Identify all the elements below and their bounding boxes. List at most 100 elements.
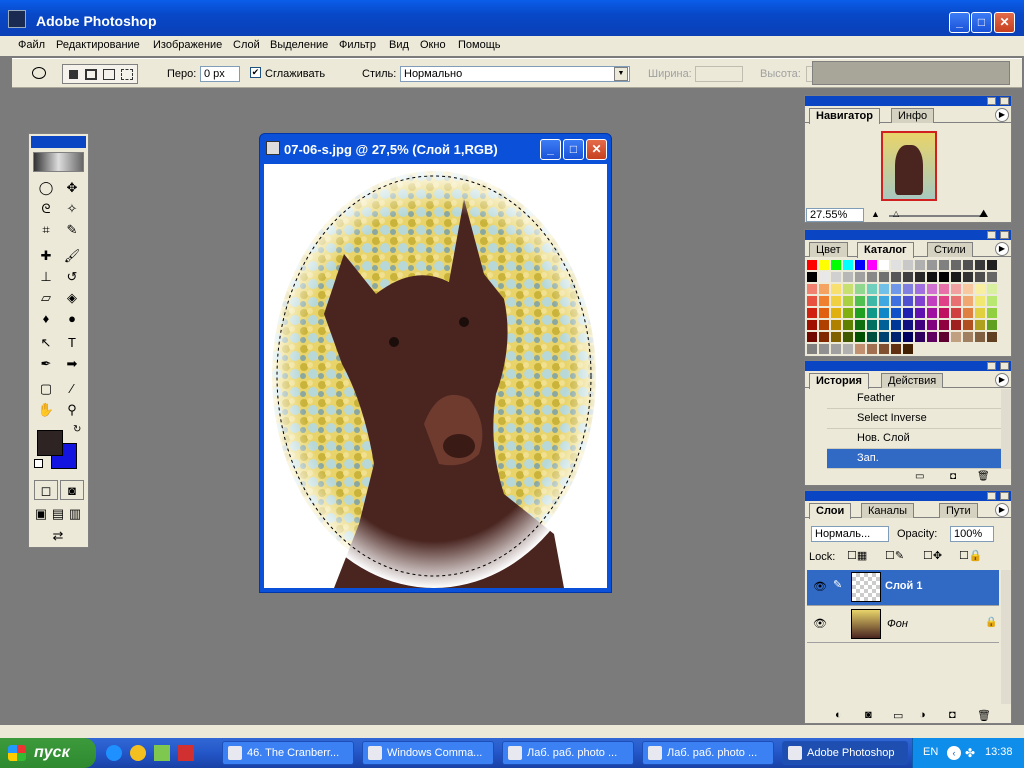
type-tool-icon[interactable]: T [60,333,84,353]
jump-to-imageready-icon[interactable]: ⇄ [34,526,82,546]
color-swatch[interactable] [963,272,973,282]
color-swatch[interactable] [927,308,937,318]
new-layer-icon[interactable]: ◘ [949,709,956,721]
color-swatch[interactable] [915,332,925,342]
maximize-button[interactable]: □ [971,12,992,33]
screen-mode-full-icon[interactable]: ▥ [67,504,83,524]
color-swatch[interactable] [831,320,841,330]
color-swatch[interactable] [855,272,865,282]
color-swatch[interactable] [939,272,949,282]
color-swatch[interactable] [951,272,961,282]
opacity-input[interactable]: 100% [950,526,994,542]
close-button[interactable]: ✕ [994,12,1015,33]
history-menu-icon[interactable]: ▶ [995,373,1009,387]
color-swatch[interactable] [867,284,877,294]
menu-window[interactable]: Окно [420,39,446,51]
clock[interactable]: 13:38 [985,746,1013,758]
color-swatch[interactable] [867,332,877,342]
color-swatch[interactable] [903,332,913,342]
panel-minimize-icon[interactable] [987,97,996,105]
history-brush-icon[interactable]: ↺ [60,267,84,287]
zoom-slider-handle[interactable]: △ [893,209,899,218]
panel-close-icon[interactable] [1000,492,1009,500]
adjustment-layer-icon[interactable]: ◑ [919,709,926,721]
color-swatch[interactable] [903,296,913,306]
task-word-doc-1[interactable]: Лаб. раб. photo ... [502,741,634,765]
panel-minimize-icon[interactable] [987,492,996,500]
panel-close-icon[interactable] [1000,97,1009,105]
task-word-doc-2[interactable]: Лаб. раб. photo ... [642,741,774,765]
color-swatch[interactable] [951,308,961,318]
color-swatch[interactable] [867,308,877,318]
swatches-menu-icon[interactable]: ▶ [995,242,1009,256]
color-swatch[interactable] [963,344,973,354]
color-swatch[interactable] [831,332,841,342]
layer-row[interactable]: 👁 Фон 🔒 [807,607,999,643]
screen-mode-full-menu-icon[interactable]: ▤ [50,504,66,524]
layer-row-selected[interactable]: 👁 ✎ Слой 1 [807,570,999,606]
color-swatch[interactable] [939,296,949,306]
move-tool-icon[interactable]: ✥ [60,178,84,198]
tray-arrow-icon[interactable]: ‹ [947,746,961,760]
color-swatch[interactable] [903,320,913,330]
panel-close-icon[interactable] [1000,362,1009,370]
intersect-selection-icon[interactable] [121,69,133,80]
color-swatch[interactable] [951,296,961,306]
navigator-menu-icon[interactable]: ▶ [995,108,1009,122]
color-swatch[interactable] [807,296,817,306]
color-swatch[interactable] [891,284,901,294]
color-swatch[interactable] [843,332,853,342]
color-swatch[interactable] [891,344,901,354]
shape-tool-icon[interactable]: ➡ [60,354,84,374]
color-swatch[interactable] [855,320,865,330]
eyedropper-tool-icon[interactable]: ⁄ [60,379,84,399]
doc-maximize-button[interactable]: □ [563,139,584,160]
color-swatch[interactable] [807,320,817,330]
color-swatch[interactable] [831,344,841,354]
layers-menu-icon[interactable]: ▶ [995,503,1009,517]
palette-well[interactable] [812,61,1010,85]
add-selection-icon[interactable] [85,69,97,80]
color-swatch[interactable] [963,284,973,294]
menu-file[interactable]: Файл [18,39,45,51]
zoom-out-icon[interactable]: ▲ [871,209,880,219]
color-swatch[interactable] [855,344,865,354]
tab-paths[interactable]: Пути [939,503,978,518]
color-swatch[interactable] [939,332,949,342]
color-swatch[interactable] [975,296,985,306]
color-swatch[interactable] [891,296,901,306]
color-swatch[interactable] [819,296,829,306]
new-snapshot-icon[interactable]: ◘ [950,471,956,482]
color-swatch[interactable] [987,344,997,354]
color-swatch[interactable] [843,344,853,354]
clone-stamp-icon[interactable]: ⊥ [34,267,58,287]
path-select-icon[interactable]: ↖ [34,333,58,353]
color-swatch[interactable] [903,308,913,318]
menu-edit[interactable]: Редактирование [56,39,140,51]
tab-swatches[interactable]: Каталог [857,242,914,258]
color-swatch[interactable] [951,260,961,270]
color-swatch[interactable] [891,308,901,318]
start-button[interactable]: пуск [0,738,96,768]
menu-select[interactable]: Выделение [270,39,328,51]
tab-color[interactable]: Цвет [809,242,848,257]
color-swatch[interactable] [987,320,997,330]
color-swatch[interactable] [831,308,841,318]
history-item-selected[interactable]: Зап. [827,449,1001,469]
color-swatch[interactable] [855,332,865,342]
color-swatch[interactable] [987,296,997,306]
lock-all-icon[interactable]: ☐🔒 [959,549,983,562]
swatch-grid[interactable] [807,260,999,356]
color-swatch[interactable] [963,308,973,318]
tab-navigator[interactable]: Навигатор [809,108,880,124]
notes-tool-icon[interactable]: ▢ [34,379,58,399]
photoshop-app-icon[interactable] [8,10,26,28]
color-swatch[interactable] [903,344,913,354]
dodge-tool-icon[interactable]: ● [60,309,84,329]
lock-transparency-icon[interactable]: ☐▦ [847,549,867,562]
history-item[interactable]: Select Inverse [827,409,1001,429]
color-swatch[interactable] [987,272,997,282]
layers-scrollbar[interactable] [1001,570,1011,704]
healing-brush-icon[interactable]: ✚ [34,246,58,266]
layer-mask-icon[interactable]: ◙ [865,709,872,721]
